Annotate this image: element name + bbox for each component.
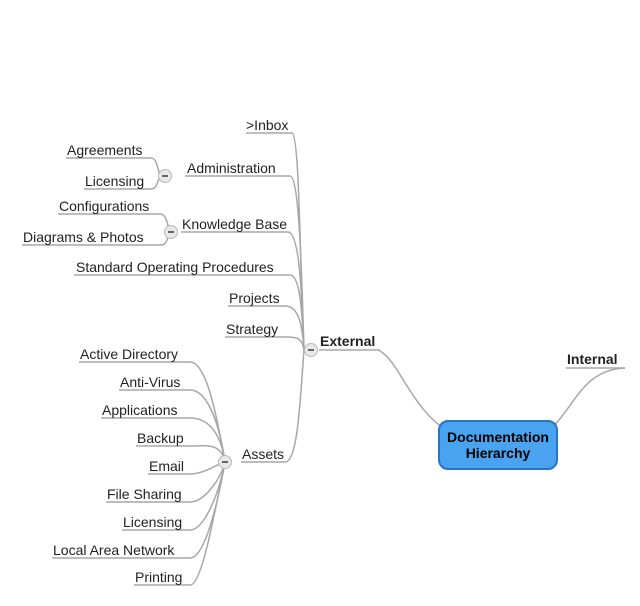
node-sop[interactable]: Standard Operating Procedures (76, 260, 274, 274)
root-line1: Documentation (447, 429, 549, 445)
node-assets[interactable]: Assets (242, 447, 284, 461)
node-diagrams-photos[interactable]: Diagrams & Photos (23, 230, 144, 244)
node-projects[interactable]: Projects (229, 291, 280, 305)
toggle-administration[interactable] (158, 169, 172, 183)
node-printing[interactable]: Printing (135, 570, 182, 584)
node-applications[interactable]: Applications (102, 403, 178, 417)
node-agreements[interactable]: Agreements (67, 143, 142, 157)
node-knowledge-base[interactable]: Knowledge Base (182, 217, 287, 231)
node-anti-virus[interactable]: Anti-Virus (120, 375, 180, 389)
node-licensing-assets[interactable]: Licensing (123, 515, 182, 529)
toggle-external[interactable] (304, 343, 318, 357)
node-file-sharing[interactable]: File Sharing (107, 487, 182, 501)
node-external[interactable]: External (320, 334, 375, 348)
node-administration[interactable]: Administration (187, 161, 276, 175)
toggle-assets[interactable] (218, 455, 232, 469)
toggle-knowledge-base[interactable] (164, 225, 178, 239)
node-configurations[interactable]: Configurations (59, 199, 149, 213)
node-email[interactable]: Email (149, 459, 184, 473)
mindmap-connectors (0, 0, 640, 606)
node-active-directory[interactable]: Active Directory (80, 347, 178, 361)
root-line2: Hierarchy (447, 445, 549, 461)
node-lan[interactable]: Local Area Network (53, 543, 174, 557)
node-backup[interactable]: Backup (137, 431, 184, 445)
node-strategy[interactable]: Strategy (226, 322, 278, 336)
root-node[interactable]: Documentation Hierarchy (438, 420, 558, 470)
node-licensing-admin[interactable]: Licensing (85, 174, 144, 188)
node-internal[interactable]: Internal (567, 352, 618, 366)
node-inbox[interactable]: >Inbox (246, 118, 288, 132)
